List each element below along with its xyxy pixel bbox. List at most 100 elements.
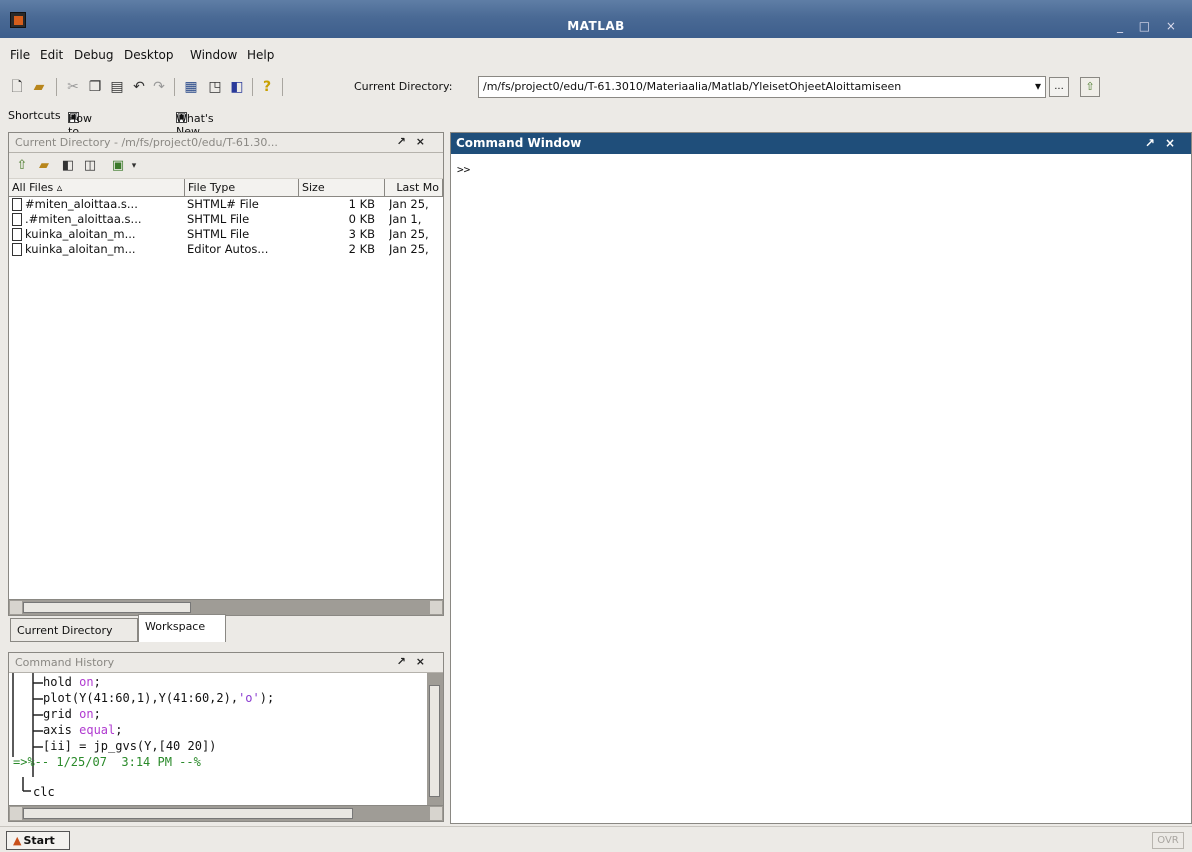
current-directory-label: Current Directory: [354,80,453,93]
file-name: .#miten_aloittaa.s... [25,212,142,226]
current-directory-field[interactable]: /m/fs/project0/edu/T-61.3010/Materiaalia… [478,76,1046,98]
window-controls[interactable]: _ □ × [1117,19,1182,33]
file-name: #miten_aloittaa.s... [25,197,138,211]
table-row[interactable]: .#miten_aloittaa.s... SHTML File 0 KB Ja… [9,212,443,227]
horizontal-scrollbar[interactable] [9,805,443,821]
tab-current-directory[interactable]: Current Directory [10,618,138,642]
scroll-right-arrow[interactable] [430,807,442,820]
table-row[interactable]: kuinka_aloitan_m... SHTML File 3 KB Jan … [9,227,443,242]
column-file-type[interactable]: File Type [185,179,299,197]
start-button[interactable]: ▲ Start [6,831,70,850]
history-entry[interactable]: grid on; [43,707,101,721]
window-title: MATLAB [567,19,625,33]
command-prompt[interactable]: >> [457,163,470,176]
history-session-separator: =>%-- 1/25/07 3:14 PM --% [13,755,201,769]
scroll-left-arrow[interactable] [10,601,22,614]
command-window-panel[interactable]: Command Window ↗× >> [450,132,1192,824]
history-entry[interactable]: hold on; [43,675,101,689]
menu-edit[interactable]: Edit [40,48,63,62]
title-bar: MATLAB _ □ × [0,0,1192,38]
help-icon[interactable]: ? [258,78,276,96]
scroll-right-arrow[interactable] [430,601,442,614]
scrollbar-thumb[interactable] [23,602,191,613]
command-history-title: Command History [15,656,115,669]
up-folder-icon[interactable]: ⇧ [13,157,31,175]
current-directory-title: Current Directory - /m/fs/project0/edu/T… [15,136,278,149]
tab-workspace[interactable]: Workspace [138,614,226,642]
file-size: 1 KB [348,197,375,211]
toolbar-separator [282,78,283,96]
file-date: Jan 25, [389,227,429,241]
file-type: SHTML File [187,212,250,226]
find-files-icon[interactable]: ◧ [59,157,77,175]
undock-icon[interactable]: ↗ [397,135,416,148]
undock-icon[interactable]: ↗ [1145,136,1165,150]
file-icon [12,243,22,256]
panel-controls: ↗× [397,655,435,668]
file-date: Jan 1, [389,212,422,226]
menu-file[interactable]: File [10,48,30,62]
file-name: kuinka_aloitan_m... [25,242,136,256]
guide-icon[interactable]: ◳ [206,78,224,96]
column-all-files[interactable]: All Files ▵ [9,179,185,197]
history-entry[interactable]: plot(Y(41:60,1),Y(41:60,2),'o'); [43,691,274,705]
file-date: Jan 25, [389,242,429,256]
panel-controls: ↗× [1145,136,1185,150]
scrollbar-thumb[interactable] [23,808,353,819]
undo-icon[interactable]: ↶ [130,78,148,96]
column-size[interactable]: Size [299,179,385,197]
file-list: #miten_aloittaa.s... SHTML# File 1 KB Ja… [9,197,443,257]
undock-icon[interactable]: ↗ [397,655,416,668]
menu-window[interactable]: Window [190,48,237,62]
scrollbar-thumb[interactable] [429,685,440,797]
file-size: 0 KB [348,212,375,226]
close-icon[interactable]: × [1165,136,1185,150]
command-history-header: Command History ↗× [9,653,443,673]
toolbar-separator [56,78,57,96]
scroll-left-arrow[interactable] [10,807,22,820]
current-directory-panel: Current Directory - /m/fs/project0/edu/T… [8,132,444,616]
toolbar-separator [252,78,253,96]
command-window-header: Command Window ↗× [451,133,1191,154]
close-icon[interactable]: × [416,135,435,148]
history-entry[interactable]: clc [33,785,55,799]
toolbar-separator [174,78,175,96]
copy-icon[interactable]: ❐ [86,78,104,96]
file-size: 3 KB [348,227,375,241]
open-folder-icon[interactable]: ▰ [30,78,48,96]
redo-icon[interactable]: ↷ [150,78,168,96]
chevron-down-icon[interactable]: ▾ [1035,79,1041,93]
chevron-down-icon[interactable]: ▾ [125,157,143,175]
profiler-icon[interactable]: ◧ [228,78,246,96]
close-icon[interactable]: × [416,655,435,668]
vertical-scrollbar[interactable] [427,673,443,809]
cut-icon[interactable]: ✂ [64,78,82,96]
file-icon [12,228,22,241]
file-date: Jan 25, [389,197,429,211]
new-folder-icon[interactable]: ▰ [35,157,53,175]
matlab-start-icon: ▲ [13,834,22,847]
command-window-title: Command Window [456,136,582,150]
command-history-list[interactable]: hold on; plot(Y(41:60,1),Y(41:60,2),'o')… [9,673,443,805]
menu-help[interactable]: Help [247,48,274,62]
current-directory-value: /m/fs/project0/edu/T-61.3010/Materiaalia… [483,80,902,93]
current-directory-header: Current Directory - /m/fs/project0/edu/T… [9,133,443,153]
parent-folder-icon[interactable]: ⇧ [1080,77,1100,97]
visdiff-icon[interactable]: ◫ [81,157,99,175]
browse-folder-button[interactable]: ... [1049,77,1069,97]
file-name: kuinka_aloitan_m... [25,227,136,241]
paste-icon[interactable]: ▤ [108,78,126,96]
shortcuts-label: Shortcuts [8,109,61,122]
table-row[interactable]: kuinka_aloitan_m... Editor Autos... 2 KB… [9,242,443,257]
simulink-icon[interactable]: ▦ [182,78,200,96]
table-row[interactable]: #miten_aloittaa.s... SHTML# File 1 KB Ja… [9,197,443,212]
column-last-modified[interactable]: Last Mo [385,179,443,197]
file-icon [12,198,22,211]
file-icon [12,213,22,226]
history-entry[interactable]: axis equal; [43,723,122,737]
menu-debug[interactable]: Debug [74,48,113,62]
new-file-icon[interactable]: 🗋 [8,78,26,96]
history-entry[interactable]: [ii] = jp_gvs(Y,[40 20]) [43,739,216,753]
horizontal-scrollbar[interactable] [9,599,443,615]
menu-desktop[interactable]: Desktop [124,48,174,62]
